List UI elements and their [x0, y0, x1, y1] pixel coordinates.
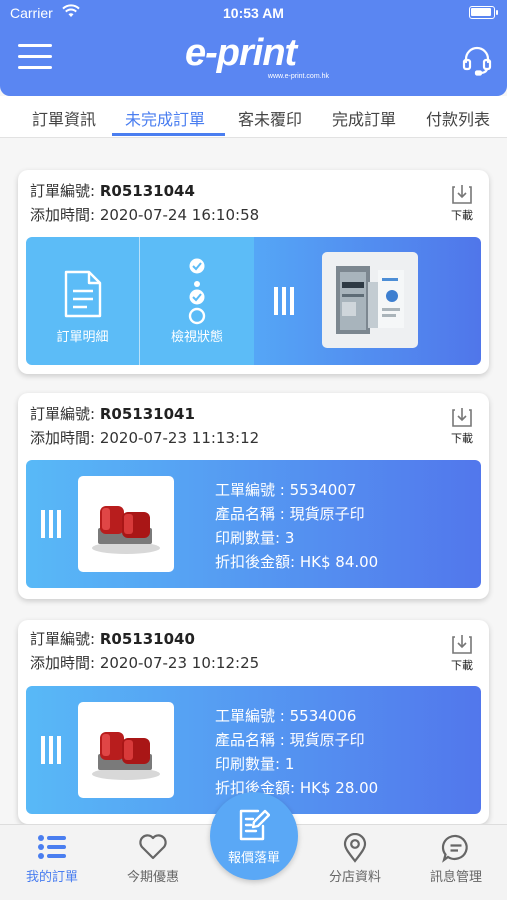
product-thumbnail-stamp — [78, 702, 174, 798]
discounted-amount-label: 折扣後金額: — [215, 553, 296, 571]
order-number-row: 訂單編號: R05131040 — [30, 628, 195, 649]
heart-icon — [139, 834, 167, 860]
print-quantity-row: 印刷數量: 3 — [215, 527, 294, 548]
eprint-logo: e-print www.e-print.com.hk — [185, 33, 335, 83]
order-number-row: 訂單編號: R05131041 — [30, 403, 195, 424]
download-icon — [452, 408, 472, 427]
order-action-row: 訂單明細 檢視狀態 — [26, 237, 481, 365]
product-thumbnail-brochure — [322, 252, 418, 348]
print-quantity-row: 印刷數量: 1 — [215, 753, 294, 774]
order-detail-label: 訂單明細 — [56, 330, 109, 345]
nav-branch-info[interactable]: 分店資料 — [305, 825, 405, 900]
order-number-row: 訂單編號: R05131044 — [30, 180, 195, 201]
print-quantity: 1 — [284, 755, 295, 773]
quote-order-label: 報價落單 — [227, 851, 280, 866]
download-button[interactable]: 下載 — [445, 182, 479, 223]
job-number-label: 工單編號 : — [215, 707, 285, 725]
hamburger-menu-icon[interactable] — [18, 44, 52, 74]
drag-handle-icon[interactable] — [274, 287, 294, 315]
job-number-row: 工單編號 : 5534007 — [215, 479, 356, 500]
app-header: Carrier 10:53 AM e-print www.e-print.com… — [0, 0, 507, 96]
added-time: 2020-07-23 10:12:25 — [99, 654, 260, 672]
tab-completed-orders[interactable]: 完成訂單 — [332, 106, 396, 130]
download-label: 下載 — [451, 209, 473, 222]
added-time-row: 添加時間: 2020-07-24 16:10:58 — [30, 204, 259, 225]
job-number-label: 工單編號 : — [215, 481, 285, 499]
order-number: R05131040 — [99, 630, 195, 648]
tab-customer-not-reprinted[interactable]: 客未覆印 — [238, 106, 302, 130]
nav-current-offers[interactable]: 今期優惠 — [103, 825, 203, 900]
chat-bubble-icon — [441, 834, 468, 863]
logo-text: e-print — [185, 32, 297, 74]
added-time: 2020-07-23 11:13:12 — [99, 429, 260, 447]
added-time-row: 添加時間: 2020-07-23 10:12:25 — [30, 652, 259, 673]
download-button[interactable]: 下載 — [445, 632, 479, 673]
location-pin-icon — [343, 833, 367, 863]
customer-service-headset-icon[interactable] — [461, 44, 493, 76]
order-number-label: 訂單編號: — [30, 182, 96, 200]
job-info-strip[interactable]: 工單編號 : 5534007 產品名稱 : 現貨原子印 印刷數量: 3 折扣後金… — [26, 460, 481, 588]
product-thumbnail-stamp — [78, 476, 174, 572]
discounted-amount-row: 折扣後金額: HK$ 84.00 — [215, 551, 378, 572]
added-time-row: 添加時間: 2020-07-23 11:13:12 — [30, 427, 259, 448]
edit-note-icon — [239, 809, 270, 841]
order-tabs: 訂單資訊 未完成訂單 客未覆印 完成訂單 付款列表 — [0, 96, 507, 138]
view-status-button[interactable]: 檢視狀態 — [140, 237, 254, 365]
tab-incomplete-orders[interactable]: 未完成訂單 — [125, 106, 205, 130]
product-name-row: 產品名稱 : 現貨原子印 — [215, 503, 365, 524]
order-number-label: 訂單編號: — [30, 630, 96, 648]
active-tab-indicator — [112, 133, 225, 136]
job-number: 5534007 — [289, 481, 357, 499]
list-icon — [38, 835, 66, 859]
job-number-row: 工單編號 : 5534006 — [215, 705, 356, 726]
drag-handle-icon[interactable] — [41, 510, 61, 538]
nav-branch-info-label: 分店資料 — [328, 870, 381, 885]
download-icon — [452, 185, 472, 204]
drag-handle-icon[interactable] — [41, 736, 61, 764]
print-quantity: 3 — [284, 529, 295, 547]
print-quantity-label: 印刷數量: — [215, 755, 281, 773]
product-name-label: 產品名稱 : — [215, 505, 285, 523]
discounted-amount: HK$ 28.00 — [299, 779, 379, 797]
battery-icon — [469, 6, 498, 19]
download-icon — [452, 635, 472, 654]
order-number: R05131041 — [99, 405, 195, 423]
added-time-label: 添加時間: — [30, 654, 96, 672]
download-label: 下載 — [451, 432, 473, 445]
download-button[interactable]: 下載 — [445, 405, 479, 446]
nav-my-orders[interactable]: 我的訂單 — [2, 825, 102, 900]
job-number: 5534006 — [289, 707, 357, 725]
discounted-amount: HK$ 84.00 — [299, 553, 379, 571]
tab-payment-list[interactable]: 付款列表 — [426, 106, 490, 130]
order-detail-button[interactable]: 訂單明細 — [26, 237, 140, 365]
product-name: 現貨原子印 — [289, 731, 365, 749]
status-time: 10:53 AM — [223, 5, 284, 21]
product-name-label: 產品名稱 : — [215, 731, 285, 749]
view-status-label: 檢視狀態 — [170, 330, 223, 345]
added-time-label: 添加時間: — [30, 206, 96, 224]
added-time-label: 添加時間: — [30, 429, 96, 447]
document-icon — [64, 270, 102, 318]
quote-order-button[interactable]: 報價落單 — [210, 792, 298, 880]
nav-my-orders-label: 我的訂單 — [25, 870, 78, 885]
nav-current-offers-label: 今期優惠 — [126, 870, 179, 885]
order-number: R05131044 — [99, 182, 195, 200]
order-product-strip[interactable] — [254, 237, 481, 365]
order-card: 訂單編號: R05131041 添加時間: 2020-07-23 11:13:1… — [18, 393, 489, 599]
status-bar: Carrier 10:53 AM — [0, 0, 507, 28]
product-name: 現貨原子印 — [289, 505, 365, 523]
tab-order-info[interactable]: 訂單資訊 — [32, 106, 96, 130]
progress-steps-icon — [188, 258, 206, 325]
order-card: 訂單編號: R05131044 添加時間: 2020-07-24 16:10:5… — [18, 170, 489, 374]
nav-message-management[interactable]: 訊息管理 — [406, 825, 506, 900]
logo-url: www.e-print.com.hk — [267, 73, 329, 80]
download-label: 下載 — [451, 659, 473, 672]
product-name-row: 產品名稱 : 現貨原子印 — [215, 729, 365, 750]
nav-message-management-label: 訊息管理 — [429, 870, 482, 885]
added-time: 2020-07-24 16:10:58 — [99, 206, 260, 224]
print-quantity-label: 印刷數量: — [215, 529, 281, 547]
order-number-label: 訂單編號: — [30, 405, 96, 423]
